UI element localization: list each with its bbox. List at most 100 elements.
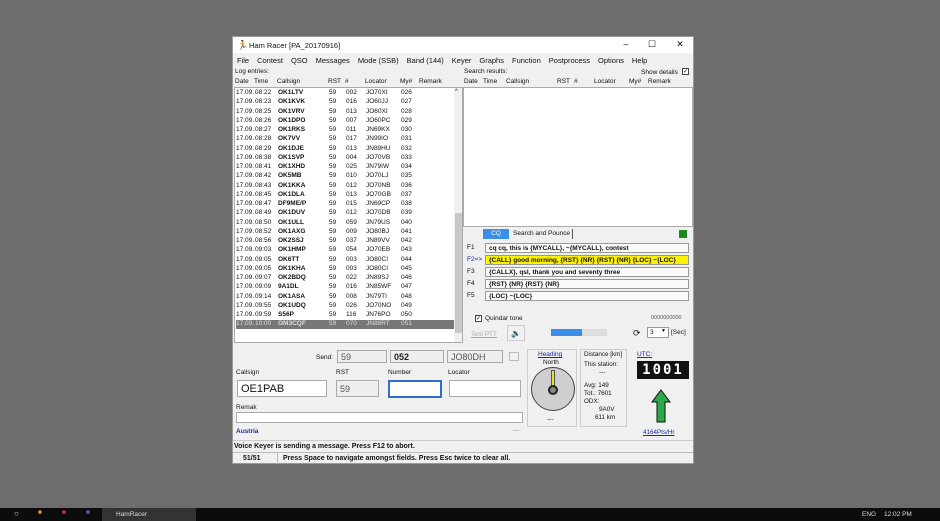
cell: 09:07 [255, 274, 272, 281]
speaker-icon[interactable]: 🔈 [507, 325, 525, 341]
table-row[interactable]: 17.09. 08:50 OK1ULL 59 059 JN79US 040 [236, 219, 454, 227]
cell: OK7VV [278, 135, 301, 143]
menu-file[interactable]: File [237, 56, 249, 65]
tab-search-and-pounce[interactable]: Search and Pounce [513, 229, 574, 239]
menu-messages[interactable]: Messages [316, 56, 350, 65]
utc-label[interactable]: UTC: [637, 351, 652, 358]
menu-options[interactable]: Options [598, 56, 624, 65]
table-row[interactable]: 17.09. 08:42 OK5MB 59 010 JO70LJ 035 [236, 172, 454, 180]
menu-function[interactable]: Function [512, 56, 541, 65]
table-row[interactable]: 17.09. 08:47 DF9ME/P 59 015 JN69CP 038 [236, 200, 454, 208]
table-row[interactable]: 17.09. 08:56 OK2SSJ 59 037 JN89VV 042 [236, 237, 454, 245]
taskbar-app-icon[interactable]: ■ [86, 509, 90, 516]
menu-keyer[interactable]: Keyer [452, 56, 472, 65]
cell: 033 [401, 153, 412, 161]
table-row[interactable]: 17.09. 08:41 OK1XHD 59 025 JN79IW 034 [236, 163, 454, 171]
table-row[interactable]: 17.09. 08:23 OK1KVK 59 016 JO60JJ 027 [236, 98, 454, 106]
column-header[interactable]: RST [557, 78, 570, 85]
language-indicator[interactable]: ENG [862, 511, 876, 518]
column-header[interactable]: Locator [365, 78, 387, 85]
column-header[interactable]: My# [629, 78, 641, 85]
repeat-icon[interactable]: ⟳ [633, 328, 641, 339]
table-row[interactable]: 17.09. 09:55 OK1UDQ 59 026 JO70NO 049 [236, 302, 454, 310]
remark-input[interactable] [236, 412, 523, 423]
search-icon[interactable]: ○ [14, 509, 19, 518]
app-window: 🏃 Ham Racer [PA_20170916] – ☐ ✕ File Cont… [232, 36, 694, 464]
table-row[interactable]: 17.09. 09:14 OK1ASA 59 008 JN79TI 048 [236, 293, 454, 301]
taskbar-hamracer[interactable]: HamRacer [102, 508, 196, 521]
keyer-message-f1[interactable]: cq cq, this is {MYCALL}, ~{MYCALL}, cont… [485, 243, 689, 253]
rst-input[interactable]: 59 [336, 380, 379, 397]
table-row[interactable]: 17.09. 09:07 OK2BDQ 59 022 JN89SJ 046 [236, 274, 454, 282]
search-results[interactable] [463, 87, 693, 227]
column-header[interactable]: Locator [594, 78, 616, 85]
keyer-message-f3[interactable]: {CALLX}, qsl, thank you and seventy thre… [485, 267, 689, 277]
maximize-button[interactable]: ☐ [641, 39, 663, 51]
column-header[interactable]: Remark [648, 78, 671, 85]
column-header[interactable]: RST [328, 78, 341, 85]
number-input[interactable] [388, 380, 442, 398]
cell: 08:45 [255, 190, 272, 198]
menu-graphs[interactable]: Graphs [479, 56, 504, 65]
cell: 17.09. [236, 200, 255, 207]
table-row[interactable]: 17.09. 08:49 OK1DUV 59 012 JO70DB 039 [236, 209, 454, 217]
keyer-message-f5[interactable]: {LOC} ~{LOC} [485, 291, 689, 301]
menu-help[interactable]: Help [632, 56, 647, 65]
scrollbar-thumb[interactable] [455, 213, 462, 333]
quindar-checkbox[interactable]: ✓ [475, 315, 482, 322]
menu-band[interactable]: Band (144) [407, 56, 444, 65]
taskbar-app-icon[interactable]: ■ [62, 509, 66, 516]
rate-link[interactable]: 4164Pts/Hr [643, 429, 675, 436]
callsign-input[interactable]: OE1PAB [237, 380, 327, 397]
menu-contest[interactable]: Contest [257, 56, 283, 65]
heading-link[interactable]: Heading [538, 351, 562, 358]
column-header[interactable]: # [574, 78, 578, 85]
column-header[interactable]: Callsign [506, 78, 529, 85]
table-row[interactable]: 17.09. 08:29 OK1DJE 59 013 JN89HU 032 [236, 145, 454, 153]
send-toggle-button[interactable] [509, 352, 519, 361]
menu-postprocess[interactable]: Postprocess [549, 56, 590, 65]
table-row[interactable]: 17.09. 09:09 9A1DL 59 016 JN85WF 047 [236, 283, 454, 291]
close-button[interactable]: ✕ [669, 39, 691, 51]
cell: 59 [329, 190, 337, 198]
column-header[interactable]: My# [400, 78, 412, 85]
tab-cq[interactable]: CQ [483, 229, 509, 239]
column-header[interactable]: Callsign [277, 78, 300, 85]
table-row[interactable]: 17.09. 08:28 OK7VV 59 017 JN99IO 031 [236, 135, 454, 143]
table-row[interactable]: 17.09. 08:45 OK1DLA 59 013 JO70GB 037 [236, 191, 454, 199]
log-list[interactable]: ^ 17.09. 08:22 OK1LTV 59 002 JO70XI 026 17.09. 0… [234, 87, 463, 343]
table-row[interactable]: 17.09. 08:25 OK1VRV 59 013 JO60XI 028 [236, 108, 454, 116]
show-details-checkbox[interactable]: ✓ [682, 68, 689, 75]
table-row[interactable]: 17.09. 08:52 OK1AXG 59 009 JO80BJ 041 [236, 228, 454, 236]
table-row[interactable]: 17.09. 09:05 OK6TT 59 003 JO80CI 044 [236, 256, 454, 264]
menu-mode[interactable]: Mode (SSB) [358, 56, 399, 65]
test-ptt-button[interactable]: Test PTT [471, 331, 497, 338]
chevron-down-icon[interactable]: ▼ [661, 328, 666, 334]
cell: 17.09. [236, 227, 255, 235]
table-row[interactable]: 17.09. 09:05 OK1KHA 59 003 JO80CI 045 [236, 265, 454, 273]
cell: 17.09. [236, 98, 255, 106]
clock[interactable]: 12:02 PM [884, 511, 912, 518]
taskbar-app-icon[interactable]: ■ [38, 509, 42, 516]
table-row[interactable]: 17.09. 08:22 OK1LTV 59 002 JO70XI 026 [236, 89, 454, 97]
rst-label: RST [336, 369, 349, 376]
column-header[interactable]: Time [483, 78, 497, 85]
table-row[interactable]: 17.09. 08:26 OK1DPO 59 007 JO60PC 029 [236, 117, 454, 125]
keyer-message-f2[interactable]: {CALL} good morning, {RST} {NR} {RST} {N… [485, 255, 689, 265]
table-row[interactable]: 17.09. 09:59 S56P 59 116 JN76PO 050 [236, 311, 454, 319]
column-header[interactable]: Time [254, 78, 268, 85]
table-row[interactable]: 17.09. 08:27 OK1RKS 59 011 JN69KX 030 [236, 126, 454, 134]
minimize-button[interactable]: – [615, 39, 637, 51]
column-header[interactable]: # [345, 78, 349, 85]
locator-input[interactable] [449, 380, 521, 397]
table-row[interactable]: 17.09. 08:43 OK1KKA 59 012 JO70NB 036 [236, 182, 454, 190]
column-header[interactable]: Date [235, 78, 249, 85]
menu-qso[interactable]: QSO [291, 56, 308, 65]
column-header[interactable]: Date [464, 78, 478, 85]
table-row[interactable]: 17.09. 08:38 OK1SVP 59 004 JO70VB 033 [236, 154, 454, 162]
keyer-message-f4[interactable]: {RST} {NR} {RST} {NR} [485, 279, 689, 289]
table-row[interactable]: 17.09. 10:00 OM3CQF 59 070 JN88RT 051 [236, 320, 454, 329]
column-header[interactable]: Remark [419, 78, 442, 85]
table-row[interactable]: 17.09. 09:03 OK1HMP 59 054 JO70EB 043 [236, 246, 454, 254]
cell: 08:28 [255, 135, 272, 143]
